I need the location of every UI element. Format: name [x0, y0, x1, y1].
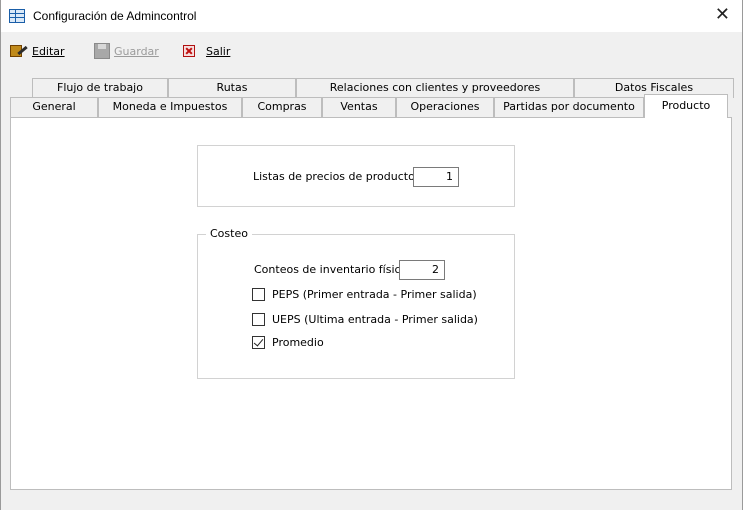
price-lists-input[interactable]: 1 [413, 167, 459, 187]
ueps-checkbox[interactable] [252, 313, 265, 326]
promedio-checkbox[interactable] [252, 336, 265, 349]
exit-label: Salir [206, 44, 231, 58]
ueps-option[interactable]: UEPS (Ultima entrada - Primer salida) [252, 313, 478, 326]
window-title: Configuración de Admincontrol [33, 9, 197, 23]
exit-button[interactable]: Salir [183, 40, 230, 62]
inventory-counts-label: Conteos de inventario físico [254, 263, 408, 276]
peps-checkbox[interactable] [252, 288, 265, 301]
tab-producto[interactable]: Producto [644, 94, 728, 118]
tab-compras[interactable]: Compras [242, 97, 322, 117]
edit-icon [10, 43, 28, 59]
costing-legend: Costeo [206, 227, 252, 240]
tab-partidas-por-documento[interactable]: Partidas por documento [494, 97, 644, 117]
toolbar: Editar Guardar Salir [1, 38, 742, 66]
peps-label: PEPS (Primer entrada - Primer salida) [272, 288, 477, 301]
tab-ventas[interactable]: Ventas [322, 97, 396, 117]
promedio-option[interactable]: Promedio [252, 336, 324, 349]
save-label: Guardar [114, 44, 159, 58]
edit-button[interactable]: Editar [10, 40, 65, 62]
ueps-label: UEPS (Ultima entrada - Primer salida) [272, 313, 478, 326]
window-table-icon [9, 9, 25, 23]
price-lists-group: Listas de precios de productos 1 [197, 145, 515, 207]
peps-option[interactable]: PEPS (Primer entrada - Primer salida) [252, 288, 477, 301]
tab-relaciones[interactable]: Relaciones con clientes y proveedores [296, 78, 574, 98]
costing-group: Costeo Conteos de inventario físico 2 PE… [197, 227, 515, 379]
tab-operaciones[interactable]: Operaciones [396, 97, 494, 117]
save-icon [94, 43, 110, 59]
title-bar: Configuración de Admincontrol ✕ [1, 0, 742, 32]
tab-panel-producto: Listas de precios de productos 1 Costeo … [10, 117, 732, 490]
tab-general[interactable]: General [10, 97, 98, 117]
config-window: Configuración de Admincontrol ✕ Editar G… [0, 0, 743, 510]
edit-label: Editar [32, 44, 65, 58]
exit-icon [183, 45, 195, 57]
inventory-counts-input[interactable]: 2 [399, 260, 445, 280]
tab-moneda-impuestos[interactable]: Moneda e Impuestos [98, 97, 242, 117]
tab-rutas[interactable]: Rutas [168, 78, 296, 98]
promedio-label: Promedio [272, 336, 324, 349]
close-icon[interactable]: ✕ [715, 5, 730, 25]
price-lists-label: Listas de precios de productos [253, 170, 421, 183]
tab-flujo-de-trabajo[interactable]: Flujo de trabajo [32, 78, 168, 98]
save-button[interactable]: Guardar [94, 40, 159, 62]
